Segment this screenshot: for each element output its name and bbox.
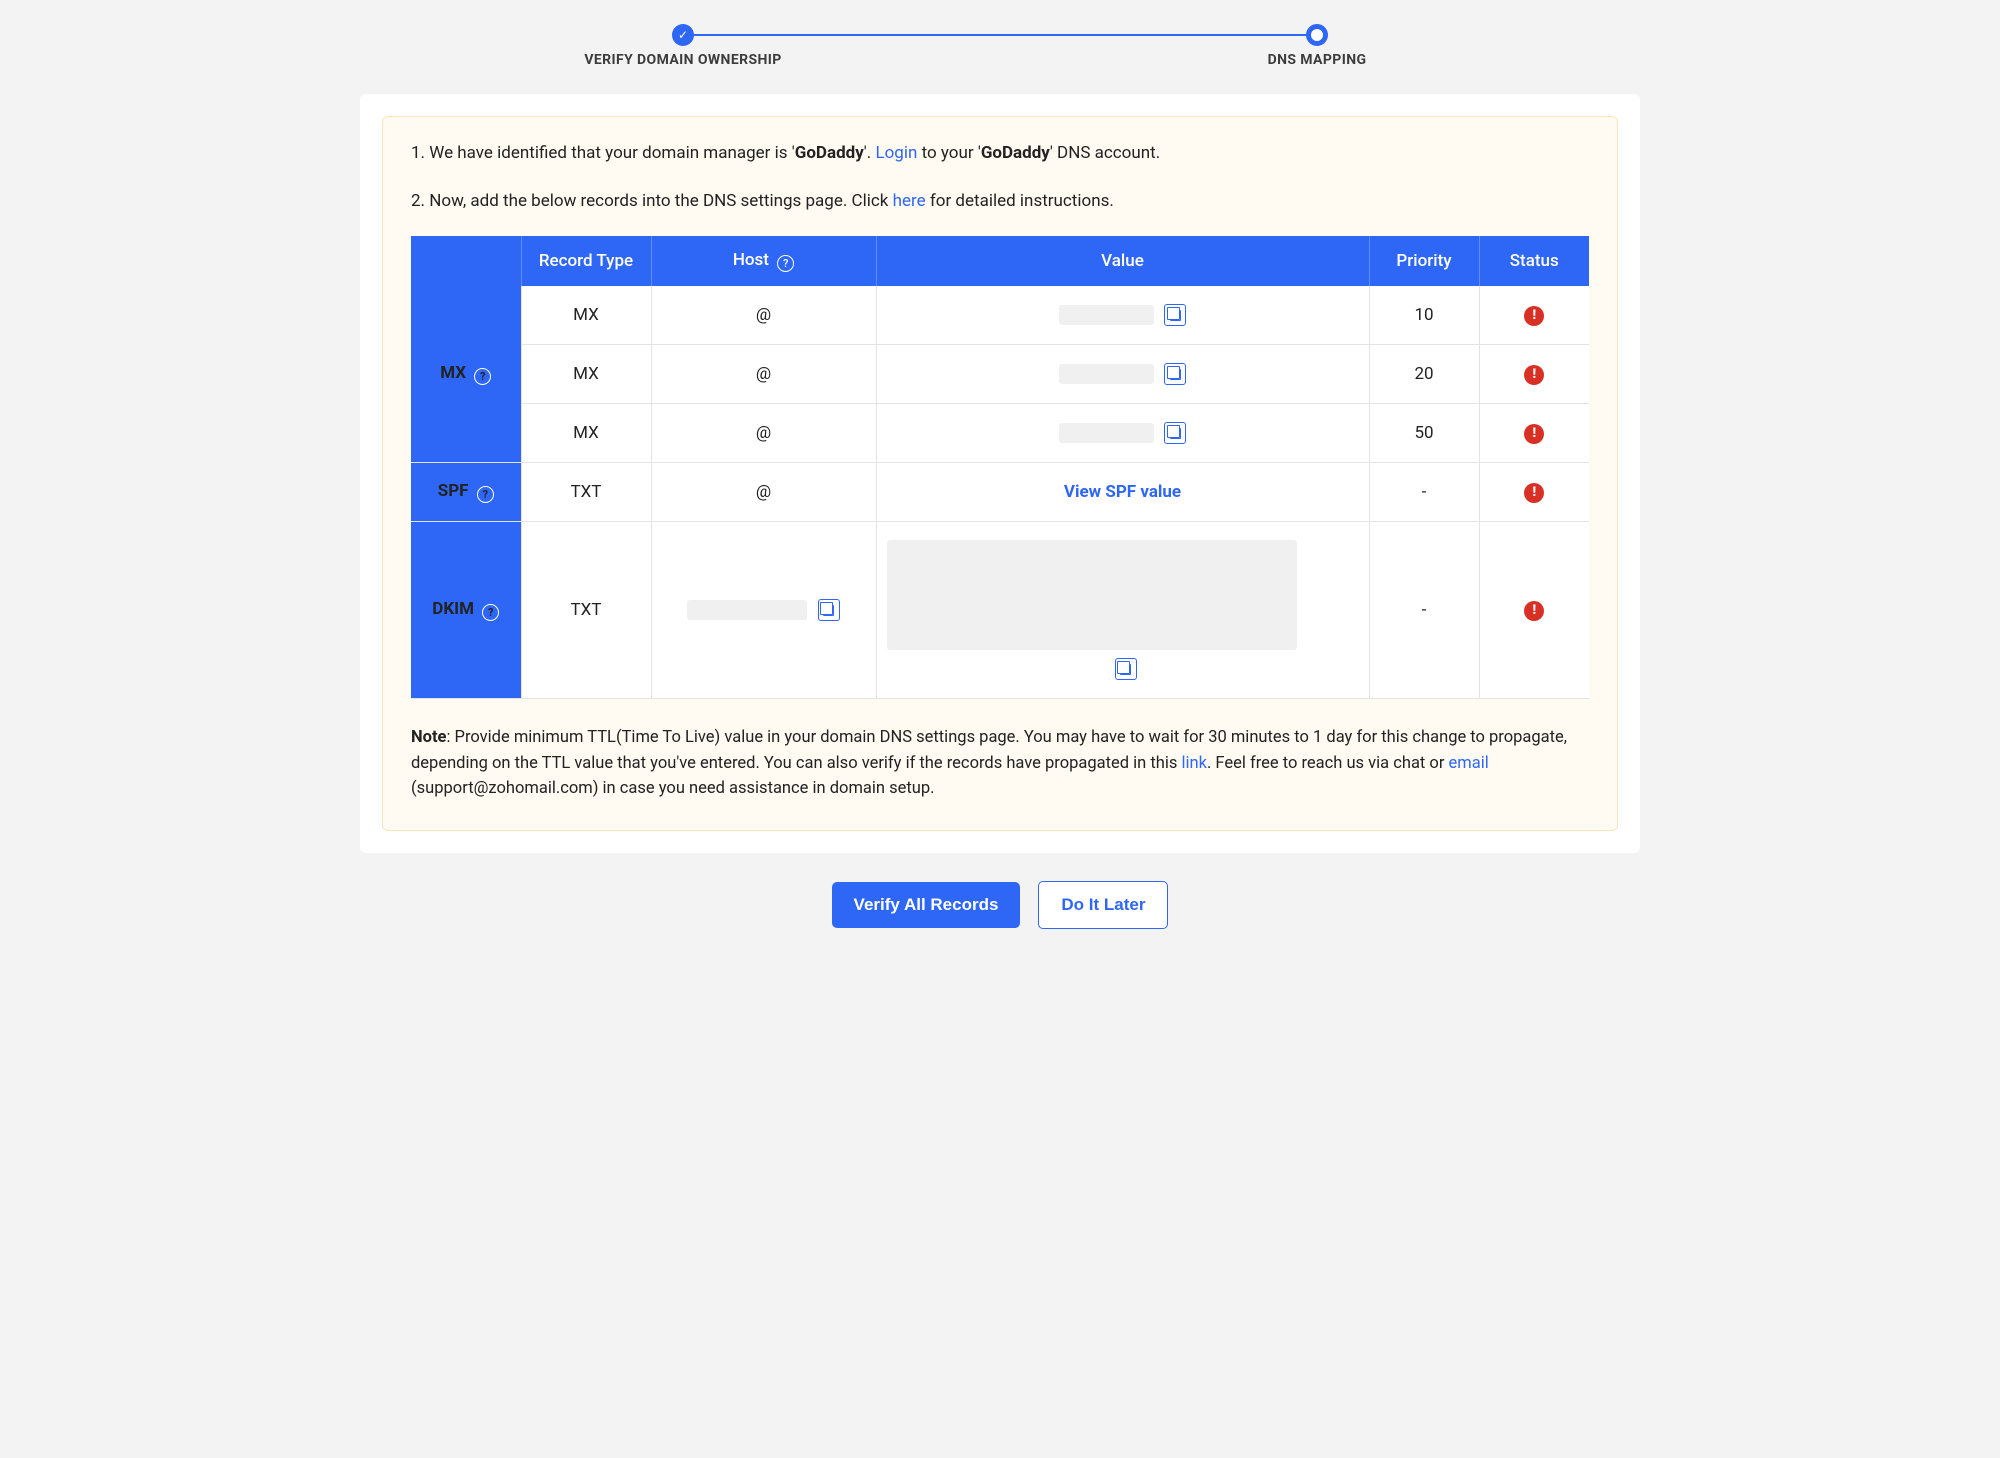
copy-icon [1120, 664, 1131, 675]
cell-value [876, 345, 1369, 404]
error-icon: ! [1524, 365, 1544, 385]
step-label-verify: VERIFY DOMAIN OWNERSHIP [584, 52, 781, 68]
cell-priority: 10 [1369, 286, 1479, 345]
cell-host: @ [651, 286, 876, 345]
cell-status: ! [1479, 286, 1589, 345]
cell-status: ! [1479, 404, 1589, 463]
cell-status: ! [1479, 522, 1589, 699]
cell-host: @ [651, 404, 876, 463]
cell-record-type: TXT [521, 522, 651, 699]
copy-button[interactable] [1164, 304, 1186, 326]
info-text: 2. Now, add the below records into the D… [411, 191, 893, 211]
copy-icon [1170, 310, 1181, 321]
info-text: 1. We have identified that your domain m… [411, 143, 795, 163]
header-value: Value [876, 236, 1369, 286]
provider-name: GoDaddy [795, 143, 864, 163]
copy-button[interactable] [818, 599, 840, 621]
redacted-host [687, 600, 807, 620]
instructions-link[interactable]: here [893, 191, 926, 211]
info-text: for detailed instructions. [926, 191, 1114, 211]
check-icon: ✓ [678, 29, 688, 41]
group-dkim-label: DKIM [432, 599, 474, 619]
footer-bar: Verify All Records Do It Later [0, 853, 2000, 959]
note-body: (support@zohomail.com) in case you need … [411, 779, 935, 798]
copy-icon [823, 605, 834, 616]
copy-icon [1170, 369, 1181, 380]
header-host-text: Host [733, 250, 769, 270]
info-text: '. [864, 143, 876, 163]
copy-button[interactable] [1115, 658, 1137, 680]
copy-button[interactable] [1164, 363, 1186, 385]
cell-priority: 50 [1369, 404, 1479, 463]
error-icon: ! [1524, 306, 1544, 326]
propagation-link[interactable]: link [1181, 754, 1207, 773]
cell-status: ! [1479, 345, 1589, 404]
table-header-row: Record Type Host ? Value Priority Status [411, 236, 1589, 286]
group-mx-label: MX [440, 363, 466, 383]
redacted-value [1059, 305, 1154, 325]
stepper: ✓ VERIFY DOMAIN OWNERSHIP DNS MAPPING [360, 0, 1640, 64]
help-icon[interactable]: ? [474, 368, 491, 385]
header-priority: Priority [1369, 236, 1479, 286]
table-row: MX ? MX @ 10 ! [411, 286, 1589, 345]
error-icon: ! [1524, 601, 1544, 621]
cell-status: ! [1479, 463, 1589, 522]
cell-value [876, 404, 1369, 463]
group-mx: MX ? [411, 286, 521, 463]
info-line-1: 1. We have identified that your domain m… [411, 141, 1589, 167]
step-verify-ownership: ✓ VERIFY DOMAIN OWNERSHIP [672, 24, 694, 46]
do-it-later-button[interactable]: Do It Later [1038, 881, 1168, 929]
email-link[interactable]: email [1449, 754, 1489, 773]
header-status: Status [1479, 236, 1589, 286]
cell-priority: - [1369, 522, 1479, 699]
cell-value: View SPF value [876, 463, 1369, 522]
info-text: ' DNS account. [1050, 143, 1160, 163]
cell-host: @ [651, 345, 876, 404]
group-spf: SPF ? [411, 463, 521, 522]
dns-records-table: Record Type Host ? Value Priority Status… [411, 236, 1589, 699]
cell-value [876, 522, 1369, 699]
help-icon[interactable]: ? [482, 604, 499, 621]
redacted-value [1059, 364, 1154, 384]
table-row: MX @ 20 ! [411, 345, 1589, 404]
copy-button[interactable] [1164, 422, 1186, 444]
redacted-value [1059, 423, 1154, 443]
step-dns-mapping: DNS MAPPING [1306, 24, 1328, 46]
login-link[interactable]: Login [875, 143, 917, 163]
cell-record-type: MX [521, 345, 651, 404]
note-body: . Feel free to reach us via chat or [1207, 754, 1449, 773]
cell-record-type: TXT [521, 463, 651, 522]
table-row: MX @ 50 ! [411, 404, 1589, 463]
cell-value [876, 286, 1369, 345]
group-dkim: DKIM ? [411, 522, 521, 699]
cell-record-type: MX [521, 404, 651, 463]
group-spf-label: SPF [438, 481, 469, 501]
provider-name: GoDaddy [981, 143, 1050, 163]
redacted-value [887, 540, 1297, 650]
cell-priority: - [1369, 463, 1479, 522]
error-icon: ! [1524, 424, 1544, 444]
error-icon: ! [1524, 483, 1544, 503]
header-blank [411, 236, 521, 286]
header-record-type: Record Type [521, 236, 651, 286]
view-spf-link[interactable]: View SPF value [1064, 482, 1181, 502]
main-panel: 1. We have identified that your domain m… [360, 94, 1640, 853]
step-label-dns: DNS MAPPING [1268, 52, 1367, 68]
info-line-2: 2. Now, add the below records into the D… [411, 189, 1589, 215]
verify-all-button[interactable]: Verify All Records [832, 882, 1021, 928]
cell-record-type: MX [521, 286, 651, 345]
info-box: 1. We have identified that your domain m… [382, 116, 1618, 831]
help-icon[interactable]: ? [777, 255, 794, 272]
cell-priority: 20 [1369, 345, 1479, 404]
copy-icon [1170, 428, 1181, 439]
cell-host: @ [651, 463, 876, 522]
help-icon[interactable]: ? [477, 486, 494, 503]
note-text: Note: Provide minimum TTL(Time To Live) … [411, 725, 1589, 802]
header-host: Host ? [651, 236, 876, 286]
table-row: SPF ? TXT @ View SPF value - ! [411, 463, 1589, 522]
note-label: Note [411, 728, 446, 747]
table-row: DKIM ? TXT - ! [411, 522, 1589, 699]
info-text: to your ' [917, 143, 980, 163]
cell-host [651, 522, 876, 699]
